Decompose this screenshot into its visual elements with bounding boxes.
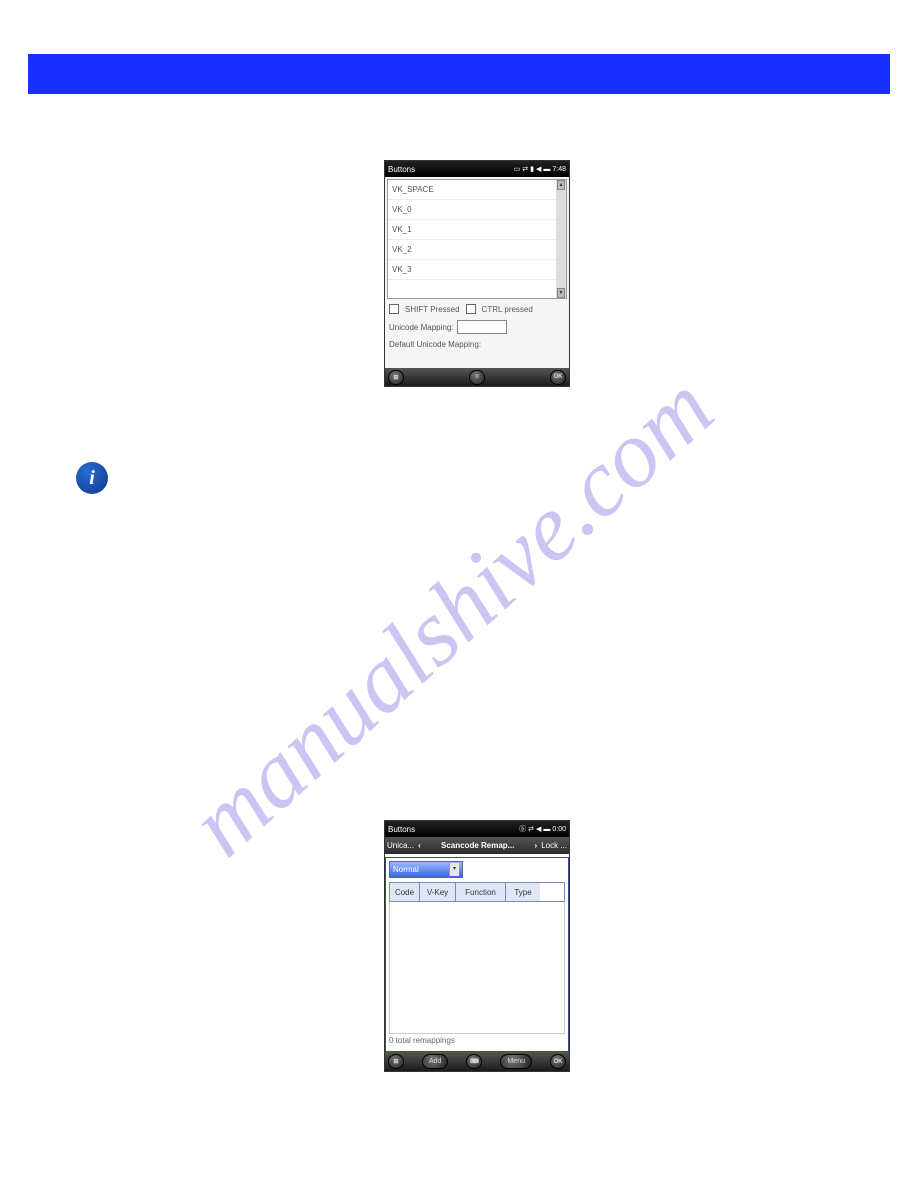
titlebar: Buttons ⓑ ⇄ ◀ ▬ 0:00 bbox=[385, 821, 569, 837]
scroll-down-arrow-icon[interactable]: ▾ bbox=[557, 288, 565, 298]
screenshot-buttons-virtual-keys: Buttons ▭ ⇄ ▮ ◀ ▬ 7:48 VK_SPACE VK_0 VK_… bbox=[384, 160, 570, 387]
menu-button[interactable]: Menu bbox=[500, 1054, 532, 1069]
battery-icon: ▬ bbox=[543, 826, 550, 833]
chevron-left-icon[interactable]: ‹ bbox=[416, 841, 423, 850]
virtual-key-list: VK_SPACE VK_0 VK_1 VK_2 VK_3 ▴ ▾ bbox=[387, 179, 567, 299]
modifier-checkboxes: SHIFT Pressed CTRL pressed bbox=[385, 301, 569, 317]
status-icons: ▭ ⇄ ▮ ◀ ▬ 7:48 bbox=[514, 165, 566, 173]
col-function[interactable]: Function bbox=[456, 883, 506, 901]
remapping-count: 0 total remappings bbox=[389, 1034, 565, 1048]
list-item[interactable]: VK_SPACE bbox=[388, 180, 556, 200]
list-item[interactable]: VK_3 bbox=[388, 260, 556, 280]
sync-icon: ⇄ bbox=[528, 825, 534, 833]
unicode-mapping-label: Unicode Mapping: bbox=[389, 323, 453, 332]
clock-time: 0:00 bbox=[552, 826, 566, 833]
chevron-right-icon[interactable]: › bbox=[533, 841, 540, 850]
screenshot-scancode-remapping: Buttons ⓑ ⇄ ◀ ▬ 0:00 Unica... ‹ Scancode… bbox=[384, 820, 570, 1072]
ctrl-checkbox[interactable] bbox=[466, 304, 476, 314]
list-item[interactable]: VK_1 bbox=[388, 220, 556, 240]
scroll-up-arrow-icon[interactable]: ▴ bbox=[557, 180, 565, 190]
list-item[interactable]: VK_0 bbox=[388, 200, 556, 220]
page-header-bar bbox=[28, 54, 890, 94]
titlebar-title: Buttons bbox=[388, 825, 415, 834]
menu-button[interactable]: ≡ bbox=[469, 370, 485, 385]
titlebar: Buttons ▭ ⇄ ▮ ◀ ▬ 7:48 bbox=[385, 161, 569, 177]
unicode-mapping-row: Unicode Mapping: bbox=[385, 317, 569, 337]
col-type[interactable]: Type bbox=[506, 883, 540, 901]
keyboard-button[interactable]: ⌨ bbox=[466, 1054, 482, 1069]
default-unicode-label: Default Unicode Mapping: bbox=[385, 337, 569, 352]
watermark: manualshive.com bbox=[168, 353, 734, 878]
remapping-grid-header: Code V-Key Function Type bbox=[389, 882, 565, 902]
tab-header: Unica... ‹ Scancode Remap... › Lock ... bbox=[385, 837, 569, 854]
window-icon: ▭ bbox=[514, 165, 521, 173]
unicode-mapping-input[interactable] bbox=[457, 320, 507, 334]
battery-icon: ▬ bbox=[543, 166, 550, 173]
ok-button[interactable]: OK bbox=[550, 1054, 566, 1069]
bluetooth-icon: ⓑ bbox=[519, 824, 526, 834]
volume-icon: ◀ bbox=[536, 165, 541, 173]
clock-time: 7:48 bbox=[552, 166, 566, 173]
scancode-body: Normal ▾ Code V-Key Function Type 0 tota… bbox=[385, 857, 569, 1052]
titlebar-title: Buttons bbox=[388, 165, 415, 174]
windows-flag-icon: ⊞ bbox=[393, 1058, 398, 1065]
bottom-bar: ⊞ Add ⌨ Menu OK bbox=[385, 1052, 569, 1071]
sync-icon: ⇄ bbox=[522, 165, 528, 173]
keyboard-icon: ⌨ bbox=[470, 1058, 479, 1065]
list-item[interactable]: VK_2 bbox=[388, 240, 556, 260]
mode-dropdown[interactable]: Normal ▾ bbox=[389, 861, 463, 878]
scrollbar[interactable]: ▴ ▾ bbox=[556, 180, 566, 298]
volume-icon: ◀ bbox=[536, 825, 541, 833]
info-icon: i bbox=[76, 462, 108, 494]
tab-next-label[interactable]: Lock ... bbox=[541, 841, 567, 850]
col-vkey[interactable]: V-Key bbox=[420, 883, 456, 901]
tab-prev-label[interactable]: Unica... bbox=[387, 841, 414, 850]
shift-checkbox[interactable] bbox=[389, 304, 399, 314]
col-code[interactable]: Code bbox=[390, 883, 420, 901]
remapping-grid-body[interactable] bbox=[389, 902, 565, 1034]
signal-icon: ▮ bbox=[530, 165, 534, 173]
status-icons: ⓑ ⇄ ◀ ▬ 0:00 bbox=[519, 824, 566, 834]
ctrl-label: CTRL pressed bbox=[482, 305, 533, 314]
ok-button[interactable]: OK bbox=[550, 370, 566, 385]
dropdown-value: Normal bbox=[393, 865, 419, 874]
bottom-bar: ⊞ ≡ OK bbox=[385, 368, 569, 386]
start-button[interactable]: ⊞ bbox=[388, 1054, 404, 1069]
add-button[interactable]: Add bbox=[422, 1054, 448, 1069]
windows-flag-icon: ⊞ bbox=[393, 374, 398, 381]
dropdown-arrow-icon: ▾ bbox=[449, 863, 459, 876]
shift-label: SHIFT Pressed bbox=[405, 305, 460, 314]
tab-current-label: Scancode Remap... bbox=[425, 841, 531, 850]
start-button[interactable]: ⊞ bbox=[388, 370, 404, 385]
menu-icon: ≡ bbox=[475, 374, 479, 380]
